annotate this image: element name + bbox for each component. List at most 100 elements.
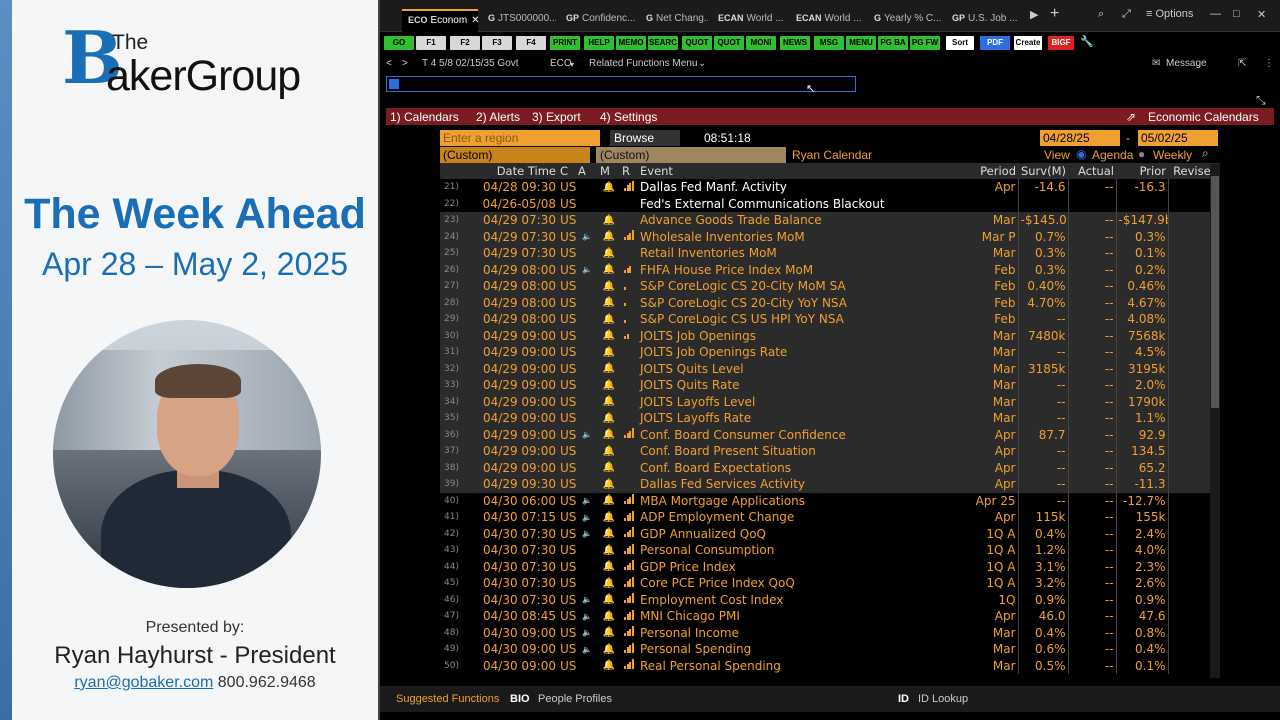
speaker-icon[interactable] xyxy=(576,443,598,460)
table-row[interactable]: 26) 04/29 08:00 US 🔈 🔔 FHFA House Price Index… xyxy=(440,261,1220,278)
bell-icon[interactable]: 🔔 xyxy=(598,377,620,394)
expand-icon[interactable]: ⤢ xyxy=(1122,8,1131,21)
maximize-icon[interactable]: □ xyxy=(1233,8,1240,20)
speaker-icon[interactable] xyxy=(576,377,598,394)
options-menu[interactable]: ≡ Options xyxy=(1146,8,1193,20)
bell-icon[interactable]: 🔔 xyxy=(598,542,620,559)
fkey-13[interactable]: MSG xyxy=(814,36,844,50)
tab-0[interactable]: ECOEconom✕ xyxy=(402,9,478,32)
table-row[interactable]: 22) 04/26-05/08 US Fed's External Communica… xyxy=(440,195,1220,213)
table-row[interactable]: 25) 04/29 07:30 US 🔔 Retail Inventories MoM M… xyxy=(440,245,1220,262)
settings-menu[interactable]: 4) Settings xyxy=(600,110,657,124)
row-event[interactable]: Advance Goods Trade Balance xyxy=(638,212,966,229)
row-event[interactable]: Employment Cost Index xyxy=(638,592,966,609)
email-link[interactable]: ryan@gobaker.com xyxy=(74,674,213,691)
row-event[interactable]: JOLTS Quits Level xyxy=(638,360,966,377)
bell-icon[interactable]: 🔔 xyxy=(598,410,620,427)
table-row[interactable]: 30) 04/29 09:00 US 🔔 JOLTS Job Openings Mar 74… xyxy=(440,327,1220,344)
bell-icon[interactable]: 🔔 xyxy=(598,212,620,229)
fkey-2[interactable]: F2 xyxy=(450,36,480,50)
speaker-icon[interactable] xyxy=(576,278,598,295)
speaker-icon[interactable] xyxy=(576,327,598,344)
speaker-icon[interactable]: 🔈 xyxy=(576,641,598,658)
row-event[interactable]: S&P CoreLogic CS US HPI YoY NSA xyxy=(638,311,966,328)
custom-select-2[interactable]: (Custom) xyxy=(596,147,786,163)
bell-icon[interactable]: 🔔 xyxy=(598,575,620,592)
tab-1[interactable]: G JTS000000... xyxy=(482,9,556,32)
bell-icon[interactable]: 🔔 xyxy=(598,311,620,328)
row-event[interactable]: Core PCE Price Index QoQ xyxy=(638,575,966,592)
speaker-icon[interactable]: 🔈 xyxy=(576,526,598,543)
bell-icon[interactable]: 🔔 xyxy=(598,459,620,476)
table-row[interactable]: 36) 04/29 09:00 US 🔈 🔔 Conf. Board Consumer C… xyxy=(440,426,1220,443)
fkey-19[interactable]: Create xyxy=(1014,36,1042,50)
col-period[interactable]: Period xyxy=(966,163,1018,179)
minimize-icon[interactable]: — xyxy=(1210,8,1221,20)
id-code[interactable]: ID xyxy=(898,693,909,705)
new-tab-icon[interactable]: + xyxy=(1050,5,1059,23)
bell-icon[interactable] xyxy=(598,196,620,213)
speaker-icon[interactable] xyxy=(576,658,598,675)
table-row[interactable]: 40) 04/30 06:00 US 🔈 🔔 MBA Mortgage Applicati… xyxy=(440,492,1220,510)
row-event[interactable]: S&P CoreLogic CS 20-City MoM SA xyxy=(638,278,966,295)
fkey-17[interactable]: Sort xyxy=(946,36,974,50)
row-event[interactable]: FHFA House Price Index MoM xyxy=(638,261,966,278)
share-icon[interactable]: ⇱ xyxy=(1238,58,1246,69)
fkey-20[interactable]: BIGF xyxy=(1048,36,1074,50)
speaker-icon[interactable] xyxy=(576,311,598,328)
row-event[interactable]: MNI Chicago PMI xyxy=(638,608,966,625)
fkey-7[interactable]: MEMO xyxy=(616,36,646,50)
end-date-input[interactable]: 05/02/25 xyxy=(1138,130,1218,146)
bell-icon[interactable]: 🔔 xyxy=(598,327,620,344)
speaker-icon[interactable] xyxy=(576,360,598,377)
fkey-11[interactable]: MONI xyxy=(746,36,776,50)
fkey-3[interactable]: F3 xyxy=(482,36,512,50)
col-relevance[interactable]: R xyxy=(620,163,638,179)
row-event[interactable]: JOLTS Job Openings Rate xyxy=(638,344,966,361)
agenda-radio[interactable]: ◉ xyxy=(1076,147,1086,161)
speaker-icon[interactable] xyxy=(576,179,598,196)
suggested-functions-link[interactable]: Suggested Functions xyxy=(396,693,499,705)
back-icon[interactable]: < xyxy=(386,58,392,69)
alerts-menu[interactable]: 2) Alerts xyxy=(476,110,520,124)
more-icon[interactable]: ⋮ xyxy=(1264,58,1274,69)
col-date-time[interactable]: Date Time xyxy=(460,163,558,179)
bell-icon[interactable]: 🔔 xyxy=(598,245,620,262)
row-event[interactable]: MBA Mortgage Applications xyxy=(638,493,966,510)
speaker-icon[interactable] xyxy=(576,393,598,410)
message-button[interactable]: Message xyxy=(1166,58,1207,69)
bell-icon[interactable]: 🔔 xyxy=(598,179,620,196)
start-date-input[interactable]: 04/28/25 xyxy=(1040,130,1120,146)
bell-icon[interactable]: 🔔 xyxy=(598,261,620,278)
bell-icon[interactable]: 🔔 xyxy=(598,608,620,625)
table-row[interactable]: 32) 04/29 09:00 US 🔔 JOLTS Quits Level Mar 318… xyxy=(440,360,1220,377)
external-link-icon[interactable]: ⇗ xyxy=(1126,110,1136,124)
speaker-icon[interactable]: 🔈 xyxy=(576,509,598,526)
row-event[interactable]: Personal Income xyxy=(638,625,966,642)
tab-2[interactable]: GP Confidenc... xyxy=(560,9,636,32)
row-event[interactable]: S&P CoreLogic CS 20-City YoY NSA xyxy=(638,294,966,311)
row-event[interactable]: JOLTS Layoffs Level xyxy=(638,393,966,410)
speaker-icon[interactable]: 🔈 xyxy=(576,261,598,278)
fkey-1[interactable]: F1 xyxy=(416,36,446,50)
scrollbar-thumb[interactable] xyxy=(1211,176,1219,408)
col-actual[interactable]: Actual xyxy=(1068,163,1116,179)
row-event[interactable]: Retail Inventories MoM xyxy=(638,245,966,262)
speaker-icon[interactable] xyxy=(576,575,598,592)
people-profiles-link[interactable]: People Profiles xyxy=(538,693,612,705)
security-label[interactable]: T 4 5/8 02/15/35 Govt xyxy=(422,58,519,69)
table-row[interactable]: 39) 04/29 09:30 US 🔔 Dallas Fed Services Act… xyxy=(440,476,1220,493)
fkey-10[interactable]: QUOT xyxy=(714,36,744,50)
command-line-input[interactable] xyxy=(386,76,856,92)
bell-icon[interactable]: 🔔 xyxy=(598,393,620,410)
weekly-radio[interactable]: ● xyxy=(1138,147,1145,161)
bell-icon[interactable]: 🔔 xyxy=(598,426,620,443)
bell-icon[interactable]: 🔔 xyxy=(598,278,620,295)
bell-icon[interactable]: 🔔 xyxy=(598,228,620,245)
bell-icon[interactable]: 🔔 xyxy=(598,592,620,609)
row-event[interactable]: Conf. Board Consumer Confidence xyxy=(638,426,966,443)
row-event[interactable]: ADP Employment Change xyxy=(638,509,966,526)
row-event[interactable]: Fed's External Communications Blackout xyxy=(638,196,966,213)
related-functions-menu[interactable]: Related Functions Menu xyxy=(589,58,697,69)
resize-icon[interactable]: ⤡ xyxy=(1256,93,1266,108)
